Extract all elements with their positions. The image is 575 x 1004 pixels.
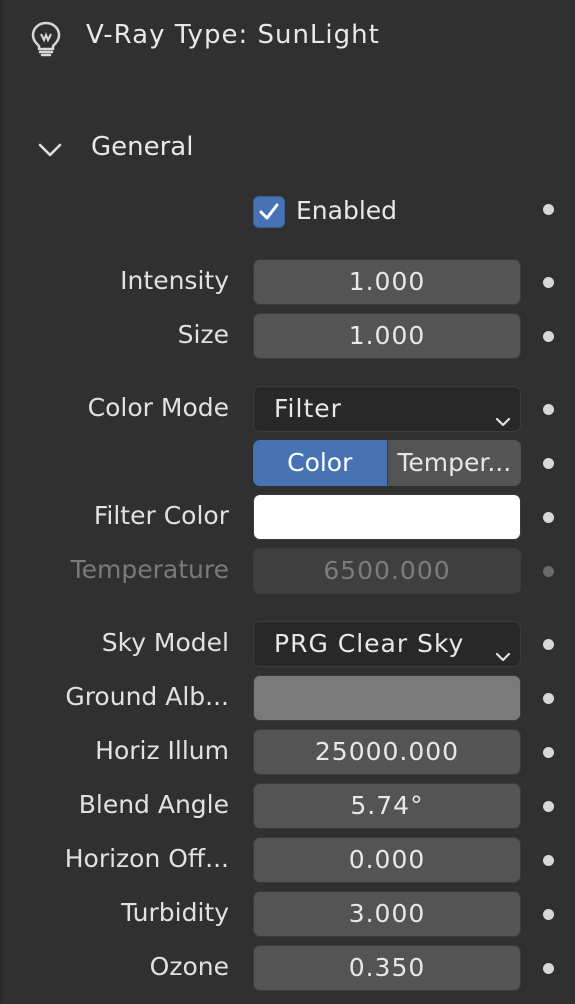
- filter-color-label: Filter Color: [93, 501, 229, 530]
- enabled-row: Enabled: [0, 192, 575, 240]
- properties-panel: V-Ray Type: SunLight General Enabled Int…: [0, 0, 575, 1004]
- enabled-label: Enabled: [296, 196, 398, 225]
- keyframe-dot[interactable]: [543, 458, 554, 469]
- turbidity-label: Turbidity: [121, 898, 229, 927]
- keyframe-dot[interactable]: [543, 909, 554, 920]
- ground-albedo-label: Ground Alb...: [65, 682, 229, 711]
- turbidity-field[interactable]: 3.000: [253, 891, 521, 937]
- blend-angle-row: Blend Angle 5.74°: [0, 783, 575, 831]
- sky-model-label: Sky Model: [101, 628, 229, 657]
- horiz-illum-field[interactable]: 25000.000: [253, 729, 521, 775]
- color-mode-dropdown[interactable]: Filter: [253, 386, 521, 432]
- sky-model-value: PRG Clear Sky: [274, 629, 465, 658]
- keyframe-dot[interactable]: [543, 512, 554, 523]
- size-row: Size 1.000: [0, 313, 575, 361]
- sky-model-dropdown[interactable]: PRG Clear Sky: [253, 621, 521, 667]
- keyframe-dot[interactable]: [543, 331, 554, 342]
- temperature-row: Temperature 6500.000: [0, 548, 575, 596]
- color-option-button[interactable]: Color: [253, 440, 387, 486]
- keyframe-dot[interactable]: [543, 404, 554, 415]
- chevron-down-icon[interactable]: [36, 136, 64, 164]
- temperature-label: Temperature: [70, 555, 229, 584]
- ground-albedo-swatch[interactable]: [253, 675, 521, 721]
- color-mode-row: Color Mode Filter: [0, 386, 575, 434]
- blend-angle-label: Blend Angle: [78, 790, 229, 819]
- light-type-label: V-Ray Type: SunLight: [86, 20, 380, 50]
- horiz-illum-row: Horiz Illum 25000.000: [0, 729, 575, 777]
- keyframe-dot[interactable]: [543, 801, 554, 812]
- horiz-illum-label: Horiz Illum: [95, 736, 229, 765]
- intensity-label: Intensity: [120, 266, 229, 295]
- checkmark-icon: [259, 203, 279, 220]
- ozone-row: Ozone 0.350: [0, 945, 575, 993]
- intensity-field[interactable]: 1.000: [253, 259, 521, 305]
- horizon-offset-row: Horizon Off... 0.000: [0, 837, 575, 885]
- ozone-label: Ozone: [149, 952, 229, 981]
- chevron-down-icon: [494, 401, 512, 427]
- blend-angle-field[interactable]: 5.74°: [253, 783, 521, 829]
- color-mode-toggle-row: Color Temper...: [0, 440, 575, 488]
- chevron-down-icon: [494, 636, 512, 662]
- size-field[interactable]: 1.000: [253, 313, 521, 359]
- keyframe-dot[interactable]: [543, 747, 554, 758]
- keyframe-dot[interactable]: [543, 566, 554, 577]
- ozone-field[interactable]: 0.350: [253, 945, 521, 991]
- temperature-field[interactable]: 6500.000: [253, 548, 521, 594]
- filter-color-swatch[interactable]: [253, 494, 521, 540]
- intensity-row: Intensity 1.000: [0, 259, 575, 307]
- keyframe-dot[interactable]: [543, 204, 554, 215]
- temperature-option-button[interactable]: Temper...: [386, 440, 521, 486]
- lightbulb-icon: [26, 18, 66, 58]
- filter-color-row: Filter Color: [0, 494, 575, 542]
- keyframe-dot[interactable]: [543, 639, 554, 650]
- keyframe-dot[interactable]: [543, 277, 554, 288]
- horizon-offset-field[interactable]: 0.000: [253, 837, 521, 883]
- sky-model-row: Sky Model PRG Clear Sky: [0, 621, 575, 669]
- general-section-header[interactable]: General: [0, 124, 575, 174]
- keyframe-dot[interactable]: [543, 855, 554, 866]
- color-mode-value: Filter: [274, 394, 342, 423]
- color-mode-label: Color Mode: [87, 393, 229, 422]
- keyframe-dot[interactable]: [543, 963, 554, 974]
- horizon-offset-label: Horizon Off...: [64, 844, 229, 873]
- keyframe-dot[interactable]: [543, 693, 554, 704]
- turbidity-row: Turbidity 3.000: [0, 891, 575, 939]
- enabled-checkbox[interactable]: [253, 196, 285, 228]
- section-title: General: [91, 132, 194, 162]
- size-label: Size: [177, 320, 229, 349]
- light-type-header: V-Ray Type: SunLight: [0, 10, 575, 62]
- ground-albedo-row: Ground Alb...: [0, 675, 575, 723]
- color-mode-toggle: Color Temper...: [253, 440, 521, 486]
